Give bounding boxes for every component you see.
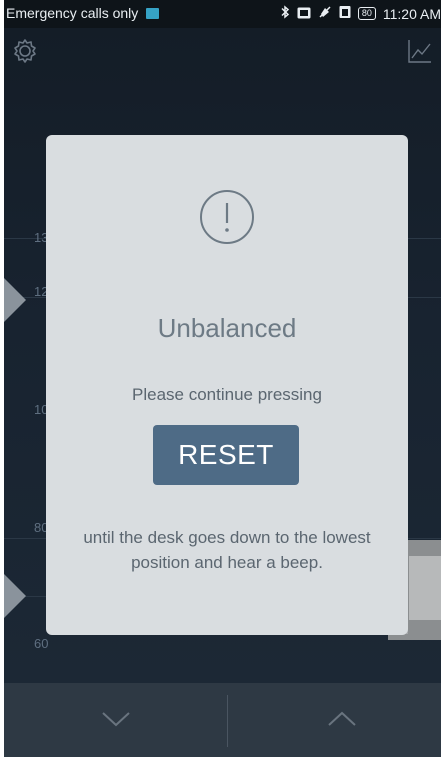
alert-icon <box>199 189 255 245</box>
dialog-title: Unbalanced <box>157 313 297 343</box>
sim-icon <box>146 8 160 19</box>
status-left: Emergency calls only <box>6 5 160 21</box>
nfc-icon <box>297 6 311 22</box>
move-down-button[interactable] <box>4 683 227 757</box>
status-right: 80 11:20 AM <box>280 5 441 22</box>
status-time: 11:20 AM <box>382 5 441 22</box>
gear-icon[interactable] <box>12 38 38 64</box>
bottom-nav <box>4 683 441 757</box>
carrier-text: Emergency calls only <box>6 5 139 21</box>
desk-illustration-part <box>409 556 441 620</box>
unbalanced-dialog: Unbalanced Please continue pressing RESE… <box>46 135 408 635</box>
current-height-marker <box>4 278 26 322</box>
dialog-instruction: until the desk goes down to the lowest p… <box>83 528 371 572</box>
scale-label: 60 <box>34 636 49 651</box>
phone-screen: Emergency calls only 80 11:20 AM 13 12 1… <box>4 0 441 757</box>
mute-icon <box>318 5 332 22</box>
battery-saver-icon <box>339 5 351 22</box>
move-up-button[interactable] <box>228 683 441 757</box>
target-height-marker <box>4 574 26 618</box>
bluetooth-icon <box>280 5 290 22</box>
status-bar: Emergency calls only 80 11:20 AM <box>4 0 441 28</box>
battery-icon: 80 <box>357 7 376 20</box>
reset-button[interactable]: RESET <box>153 425 299 485</box>
dialog-message: Please continue pressing <box>132 385 322 404</box>
chart-icon[interactable] <box>407 38 433 64</box>
